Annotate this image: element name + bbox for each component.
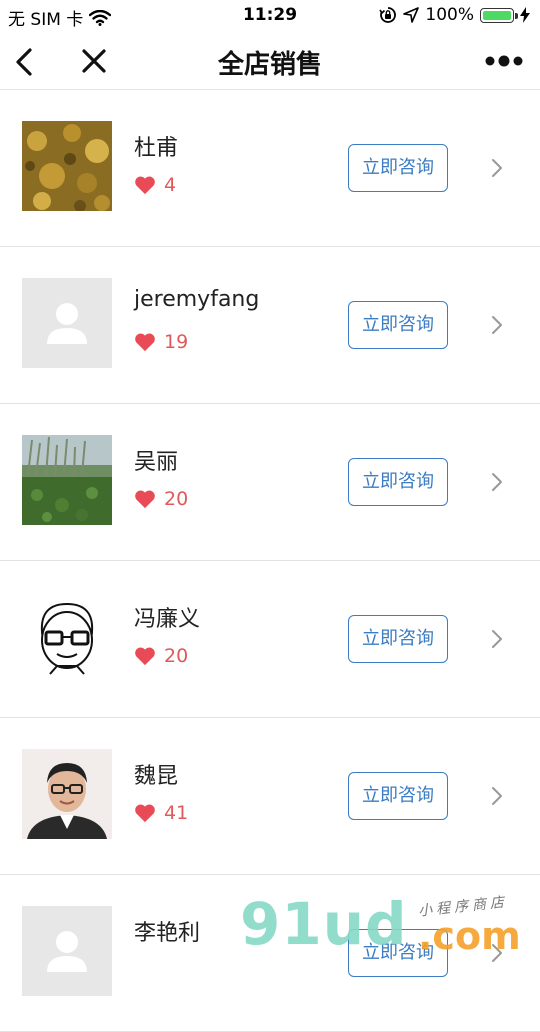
nav-bar: 全店销售: [0, 32, 540, 90]
like-count-group: 20: [134, 488, 188, 510]
heart-icon: [135, 176, 155, 195]
seller-name: 杜甫: [134, 136, 179, 161]
like-count: 41: [164, 802, 189, 824]
heart-icon: [135, 647, 155, 666]
orientation-lock-icon: [379, 7, 397, 23]
seller-name: 李艳利: [134, 921, 201, 946]
more-button[interactable]: [482, 42, 526, 82]
like-count-group: 41: [134, 802, 188, 824]
seller-name: 吴丽: [134, 450, 179, 475]
like-count-group: 4: [134, 174, 176, 196]
like-count-group: 20: [134, 645, 188, 667]
chevron-right-icon[interactable]: [489, 784, 505, 808]
consult-button[interactable]: 立即咨询: [348, 301, 448, 349]
consult-button[interactable]: 立即咨询: [348, 929, 448, 977]
like-count: 19: [164, 331, 189, 353]
avatar: [22, 278, 112, 368]
heart-icon: [135, 333, 155, 352]
status-right: 100%: [379, 5, 530, 25]
heart-icon: [135, 490, 155, 509]
list-item[interactable]: 魏昆 41 立即咨询: [0, 718, 540, 875]
list-item[interactable]: 李艳利 立即咨询: [0, 875, 540, 1032]
seller-name: 魏昆: [134, 764, 179, 789]
list-item[interactable]: 吴丽 20 立即咨询: [0, 404, 540, 561]
consult-button[interactable]: 立即咨询: [348, 615, 448, 663]
more-dots-icon: [485, 55, 523, 67]
consult-button[interactable]: 立即咨询: [348, 144, 448, 192]
seller-name: 冯廉义: [134, 607, 201, 632]
list-item[interactable]: 冯廉义 20 立即咨询: [0, 561, 540, 718]
consult-button[interactable]: 立即咨询: [348, 458, 448, 506]
seller-name: jeremyfang: [134, 287, 260, 312]
seller-list: 杜甫 4 立即咨询 jeremyfang 19 立即咨询 吴丽 20 立即咨询 …: [0, 90, 540, 1032]
location-arrow-icon: [403, 7, 420, 23]
chevron-right-icon[interactable]: [489, 941, 505, 965]
charging-icon: [520, 7, 530, 23]
like-count-group: 19: [134, 331, 188, 353]
chevron-right-icon[interactable]: [489, 470, 505, 494]
battery-percent: 100%: [425, 5, 474, 25]
avatar: [22, 121, 112, 211]
like-count: 4: [164, 174, 177, 196]
avatar: [22, 592, 112, 682]
heart-icon: [135, 804, 155, 823]
list-item[interactable]: jeremyfang 19 立即咨询: [0, 247, 540, 404]
status-bar: 无 SIM 卡 11:29 100%: [0, 0, 540, 32]
avatar: [22, 749, 112, 839]
consult-button[interactable]: 立即咨询: [348, 772, 448, 820]
chevron-right-icon[interactable]: [489, 156, 505, 180]
like-count: 20: [164, 645, 189, 667]
page-title: 全店销售: [217, 50, 322, 80]
chevron-right-icon[interactable]: [489, 313, 505, 337]
avatar: [22, 906, 112, 996]
like-count: 20: [164, 488, 189, 510]
list-item[interactable]: 杜甫 4 立即咨询: [0, 90, 540, 247]
avatar: [22, 435, 112, 525]
chevron-right-icon[interactable]: [489, 627, 505, 651]
battery-icon: [480, 7, 518, 23]
